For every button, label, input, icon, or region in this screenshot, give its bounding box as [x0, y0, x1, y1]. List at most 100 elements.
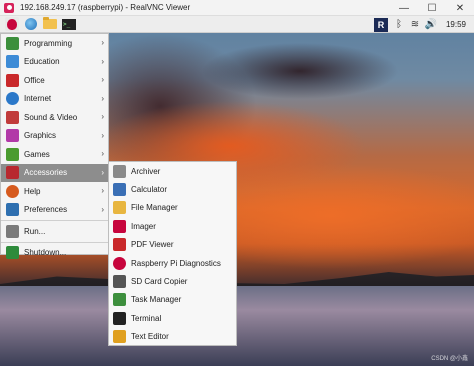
menu-item-internet[interactable]: Internet › [1, 90, 108, 109]
submenu-item-label: Archiver [131, 166, 161, 176]
window-title: 192.168.249.17 (raspberrypi) - RealVNC V… [20, 3, 191, 12]
submenu-item-pdf-viewer[interactable]: PDF Viewer [109, 236, 236, 254]
menu-item-label: Internet [24, 94, 52, 104]
chevron-right-icon: › [101, 112, 104, 121]
vnc-server-icon[interactable]: R [373, 17, 388, 32]
menu-separator [1, 241, 108, 243]
file-manager-launcher[interactable] [43, 17, 57, 31]
submenu-item-raspberry-pi-diagnostics[interactable]: Raspberry Pi Diagnostics [109, 254, 236, 272]
archiver-icon [113, 164, 126, 178]
terminal-icon [113, 311, 126, 325]
submenu-item-label: Text Editor [131, 332, 169, 342]
menu-item-label: Preferences [24, 205, 68, 215]
menu-item-preferences[interactable]: Preferences › [1, 201, 108, 220]
chevron-right-icon: › [101, 130, 104, 140]
realvnc-logo-icon [4, 2, 14, 13]
programming-icon [6, 36, 19, 50]
terminal-launcher[interactable]: >_ [62, 17, 76, 31]
imager-icon [113, 219, 126, 233]
maximize-button[interactable]: ☐ [418, 0, 446, 16]
pdf-viewer-icon [113, 238, 126, 252]
watermark: CSDN @小鑫 [431, 356, 468, 362]
menu-item-label: Graphics [24, 131, 57, 141]
accessories-submenu: Archiver Calculator File Manager Imager … [108, 161, 237, 346]
chevron-right-icon: › [101, 75, 104, 84]
menu-item-office[interactable]: Office › [1, 71, 108, 90]
menu-item-label: Run... [24, 226, 46, 236]
raspberry-menu-button[interactable] [5, 17, 19, 31]
menu-item-label: Education [24, 57, 60, 67]
clock[interactable]: 19:59 [446, 20, 466, 29]
chevron-right-icon: › [101, 149, 104, 158]
system-tray: R ᛒ ≋ 🔊 19:59 [373, 16, 474, 33]
menu-item-label: Programming [24, 38, 73, 48]
menu-item-run[interactable]: Run... [1, 222, 108, 241]
window-controls: — ☐ ✕ [390, 0, 474, 16]
submenu-item-label: Imager [131, 221, 156, 231]
menu-item-help[interactable]: Help › [1, 182, 108, 201]
terminal-icon: >_ [62, 18, 76, 30]
text-editor-icon [113, 330, 126, 344]
submenu-item-sd-card-copier[interactable]: SD Card Copier [109, 272, 236, 290]
menu-item-label: Accessories [24, 168, 68, 178]
submenu-item-archiver[interactable]: Archiver [109, 162, 236, 180]
submenu-item-calculator[interactable]: Calculator [109, 180, 236, 198]
menu-item-education[interactable]: Education › [1, 53, 108, 72]
graphics-icon [6, 129, 19, 143]
menu-item-label: Office [24, 75, 45, 85]
accessories-icon [6, 166, 19, 180]
wifi-icon[interactable]: ≋ [408, 18, 422, 32]
minimize-button[interactable]: — [390, 0, 418, 16]
wallpaper-sea [0, 286, 474, 366]
submenu-item-label: SD Card Copier [131, 277, 188, 287]
calculator-icon [113, 183, 126, 197]
submenu-item-label: Calculator [131, 185, 168, 195]
shutdown-icon [6, 246, 19, 260]
volume-icon[interactable]: 🔊 [424, 18, 438, 32]
menu-item-games[interactable]: Games › [1, 145, 108, 164]
globe-icon [25, 18, 37, 30]
menu-item-shutdown[interactable]: Shutdown... [1, 244, 108, 263]
close-button[interactable]: ✕ [446, 0, 474, 16]
menu-item-label: Sound & Video [24, 112, 78, 122]
chevron-right-icon: › [101, 204, 104, 214]
chevron-right-icon: › [101, 56, 104, 66]
task-manager-icon [113, 293, 126, 307]
submenu-item-label: Task Manager [131, 295, 182, 305]
submenu-item-label: Terminal [131, 313, 162, 323]
sound-video-icon [6, 110, 19, 124]
bluetooth-icon[interactable]: ᛒ [392, 18, 406, 32]
submenu-item-file-manager[interactable]: File Manager [109, 199, 236, 217]
menu-item-sound-video[interactable]: Sound & Video › [1, 108, 108, 127]
help-icon [6, 184, 19, 198]
submenu-item-terminal[interactable]: Terminal [109, 309, 236, 327]
submenu-item-text-editor[interactable]: Text Editor [109, 328, 236, 346]
raspberry-icon [7, 18, 17, 30]
menu-separator [1, 220, 108, 221]
run-icon [6, 224, 19, 238]
menu-item-graphics[interactable]: Graphics › [1, 127, 108, 146]
submenu-item-imager[interactable]: Imager [109, 217, 236, 235]
menu-item-label: Shutdown... [24, 248, 67, 258]
window-titlebar[interactable]: 192.168.249.17 (raspberrypi) - RealVNC V… [0, 0, 474, 16]
chevron-right-icon: › [101, 186, 104, 195]
office-icon [6, 73, 19, 87]
sd-card-copier-icon [113, 275, 126, 289]
chevron-right-icon: › [101, 38, 104, 47]
menu-item-programming[interactable]: Programming › [1, 34, 108, 53]
pi-taskbar: >_ R ᛒ ≋ 🔊 19:59 [0, 16, 474, 33]
preferences-icon [6, 203, 19, 217]
submenu-item-label: PDF Viewer [131, 240, 174, 250]
games-icon [6, 147, 19, 161]
menu-item-label: Help [24, 186, 41, 196]
menu-item-accessories[interactable]: Accessories › [1, 163, 108, 182]
application-menu: Programming › Education › Office › Inter… [0, 33, 109, 260]
chevron-right-icon: › [101, 93, 104, 103]
submenu-item-label: Raspberry Pi Diagnostics [131, 258, 221, 268]
internet-icon [6, 92, 19, 106]
browser-launcher[interactable] [24, 17, 38, 31]
raspberry-pi-diagnostics-icon [113, 256, 126, 270]
submenu-item-task-manager[interactable]: Task Manager [109, 291, 236, 309]
education-icon [6, 55, 19, 69]
menu-item-label: Games [24, 149, 50, 159]
